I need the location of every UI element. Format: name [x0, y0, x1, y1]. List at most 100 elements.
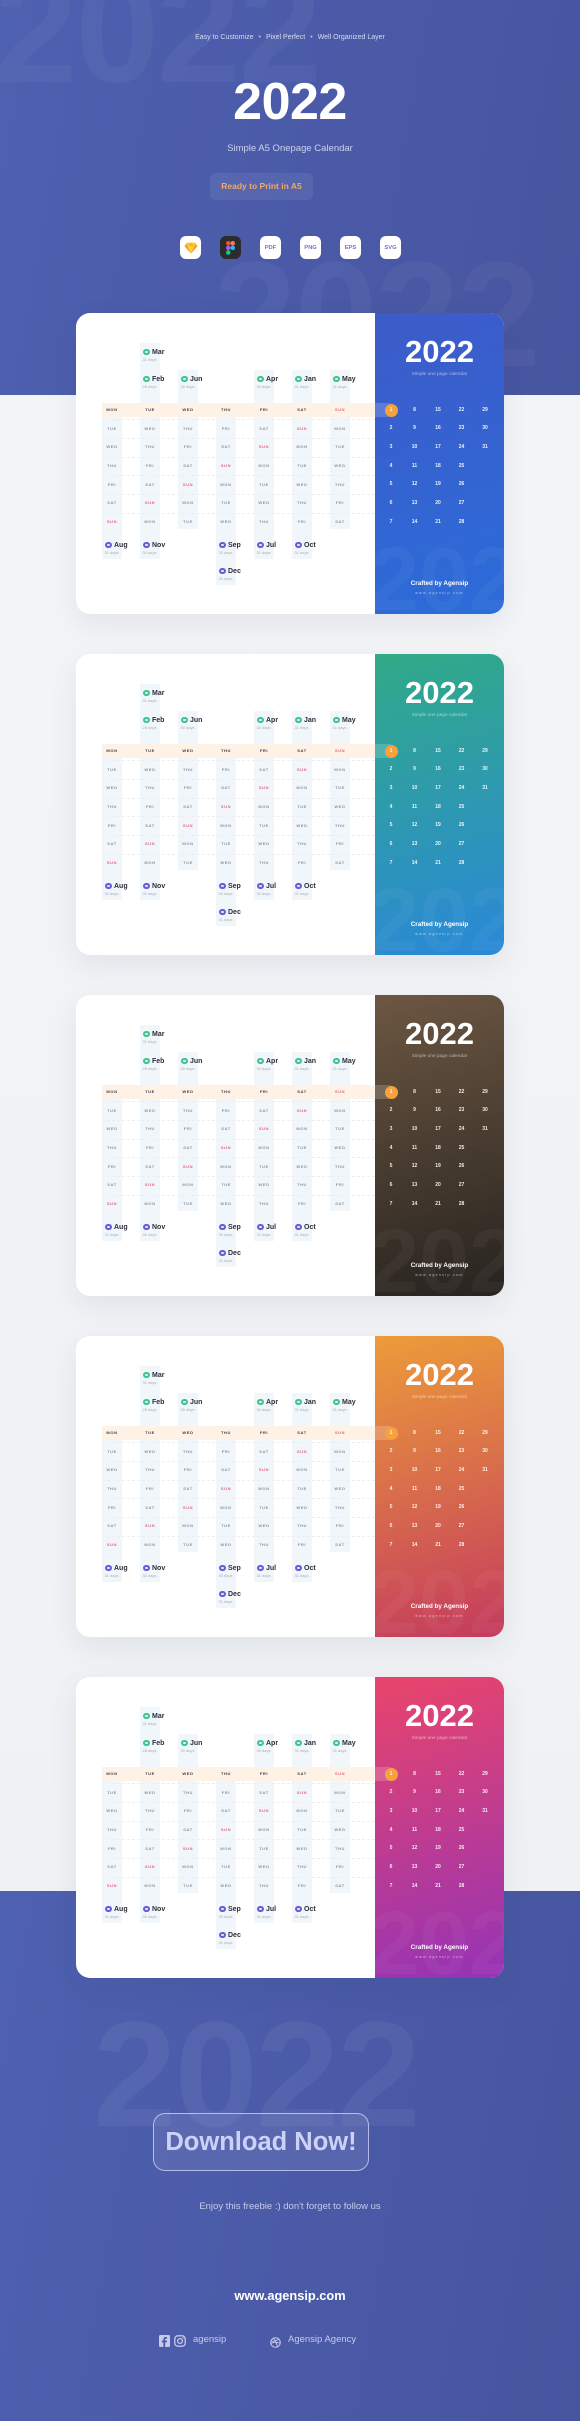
row-divider: [102, 512, 375, 514]
tagline-item: Pixel Perfect: [265, 34, 306, 41]
hero-subtitle: Simple A5 Onepage Calendar: [227, 143, 353, 154]
weekday-cell: SAT: [107, 1523, 117, 1529]
month-icon: [143, 1905, 150, 1913]
social-handle[interactable]: agensip: [193, 2334, 226, 2346]
month-label: Nov: [143, 1905, 165, 1914]
month-label: Sep: [219, 882, 241, 891]
weekday-cell: SUN: [144, 500, 156, 506]
date-cell: 24: [458, 784, 465, 791]
month-icon: [105, 1564, 112, 1572]
weekday-cell: THU: [106, 463, 118, 468]
date-cell: 5: [389, 1845, 393, 1852]
date-cell: 9: [413, 1107, 416, 1114]
month-day-count: 31 days: [142, 698, 157, 703]
weekday-cell: THU: [220, 1771, 232, 1776]
weekday-cell: FRI: [183, 1126, 193, 1132]
month-day-count: 28 days: [142, 1407, 157, 1412]
weekday-cell: SUN: [334, 748, 346, 753]
panel-credit-url: www.agensip.com: [415, 1613, 464, 1618]
month-icon: [143, 1030, 150, 1038]
dribbble-name[interactable]: Agensip Agency: [288, 2334, 356, 2346]
weekday-cell: MON: [220, 1845, 232, 1851]
month-name: Dec: [228, 908, 241, 916]
weekday-cell: WED: [144, 425, 156, 431]
panel-credit-url: www.agensip.com: [415, 931, 464, 936]
date-cell: 21: [435, 1200, 441, 1207]
row-divider: [102, 834, 375, 836]
weekday-cell: SUN: [144, 1182, 156, 1188]
facebook-icon[interactable]: [159, 2334, 170, 2352]
weekday-cell: FRI: [145, 1827, 155, 1832]
date-cell: 29: [482, 1770, 488, 1777]
download-now-button[interactable]: Download Now!: [153, 2113, 369, 2171]
weekday-cell: THU: [144, 444, 156, 450]
month-icon: [219, 567, 226, 575]
month-icon: [181, 1057, 188, 1065]
month-label: Feb: [143, 1057, 164, 1066]
date-cell: 12: [411, 481, 418, 488]
month-day-count: 31 days: [218, 917, 233, 922]
month-label: Aug: [105, 541, 128, 550]
row-divider: [102, 419, 375, 421]
weekday-cell: THU: [296, 1864, 308, 1870]
instagram-icon[interactable]: [174, 2334, 186, 2352]
weekday-cell: SAT: [297, 748, 307, 753]
weekday-cell: FRI: [221, 766, 231, 772]
month-name: Apr: [266, 716, 279, 724]
dribbble-icon[interactable]: [270, 2335, 281, 2353]
weekday-cell: SUN: [334, 1771, 346, 1776]
month-label: Jun: [181, 1739, 202, 1748]
month-name: Oct: [304, 541, 316, 549]
month-icon: [143, 541, 150, 549]
weekday-cell: WED: [220, 1542, 232, 1548]
date-cell: 23: [458, 1448, 465, 1455]
weekday-cell: MON: [106, 1430, 118, 1435]
row-divider: [102, 1839, 375, 1841]
date-cell: 31: [482, 1807, 488, 1814]
weekday-cell: SAT: [221, 1467, 231, 1473]
panel-watermark-year: 2022: [375, 535, 504, 614]
weekday-cell: THU: [144, 1126, 156, 1132]
month-icon: [295, 882, 302, 890]
date-cell: 24: [458, 1125, 465, 1132]
weekday-cell: FRI: [259, 748, 269, 753]
date-cell: 19: [435, 1163, 441, 1170]
month-icon: [219, 882, 226, 890]
month-name: Feb: [152, 375, 165, 383]
month-name: Nov: [152, 541, 166, 549]
panel-credit: Crafted by Agensip: [410, 1944, 469, 1951]
website-link[interactable]: www.agensip.com: [0, 2288, 580, 2304]
month-day-count: 30 days: [180, 384, 195, 389]
weekday-cell: WED: [334, 463, 346, 468]
weekday-cell: WED: [296, 1845, 308, 1851]
weekday-cell: SAT: [107, 1864, 117, 1870]
month-day-count: 31 days: [218, 1599, 233, 1604]
date-cell: 25: [458, 1485, 465, 1492]
weekday-cell: WED: [106, 1126, 118, 1132]
month-label: Jun: [181, 375, 202, 384]
date-cell: 23: [458, 1107, 465, 1114]
month-label: Jul: [257, 1223, 276, 1232]
weekday-cell: FRI: [335, 500, 345, 506]
month-label: Apr: [257, 1739, 278, 1748]
month-label: Mar: [143, 348, 164, 357]
month-icon: [295, 541, 302, 549]
month-icon: [143, 1371, 150, 1379]
month-name: May: [342, 1739, 356, 1747]
month-day-count: 31 days: [104, 891, 119, 896]
date-cell: 8: [413, 1770, 416, 1777]
date-cell: 22: [458, 1429, 465, 1436]
month-label: Jul: [257, 1564, 276, 1573]
month-icon: [143, 348, 150, 356]
weekday-cell: FRI: [183, 444, 193, 450]
month-name: Feb: [152, 716, 165, 724]
month-name: May: [342, 375, 356, 383]
date-cell: 15: [435, 1088, 441, 1095]
month-label: Jun: [181, 1398, 202, 1407]
month-label: Dec: [219, 1249, 241, 1258]
month-icon: [257, 375, 264, 383]
month-day-count: 31 days: [256, 1914, 271, 1919]
month-day-count: 30 days: [180, 1066, 195, 1071]
panel-watermark-year: 2022: [375, 1899, 504, 1978]
month-day-count: 31 days: [218, 1940, 233, 1945]
